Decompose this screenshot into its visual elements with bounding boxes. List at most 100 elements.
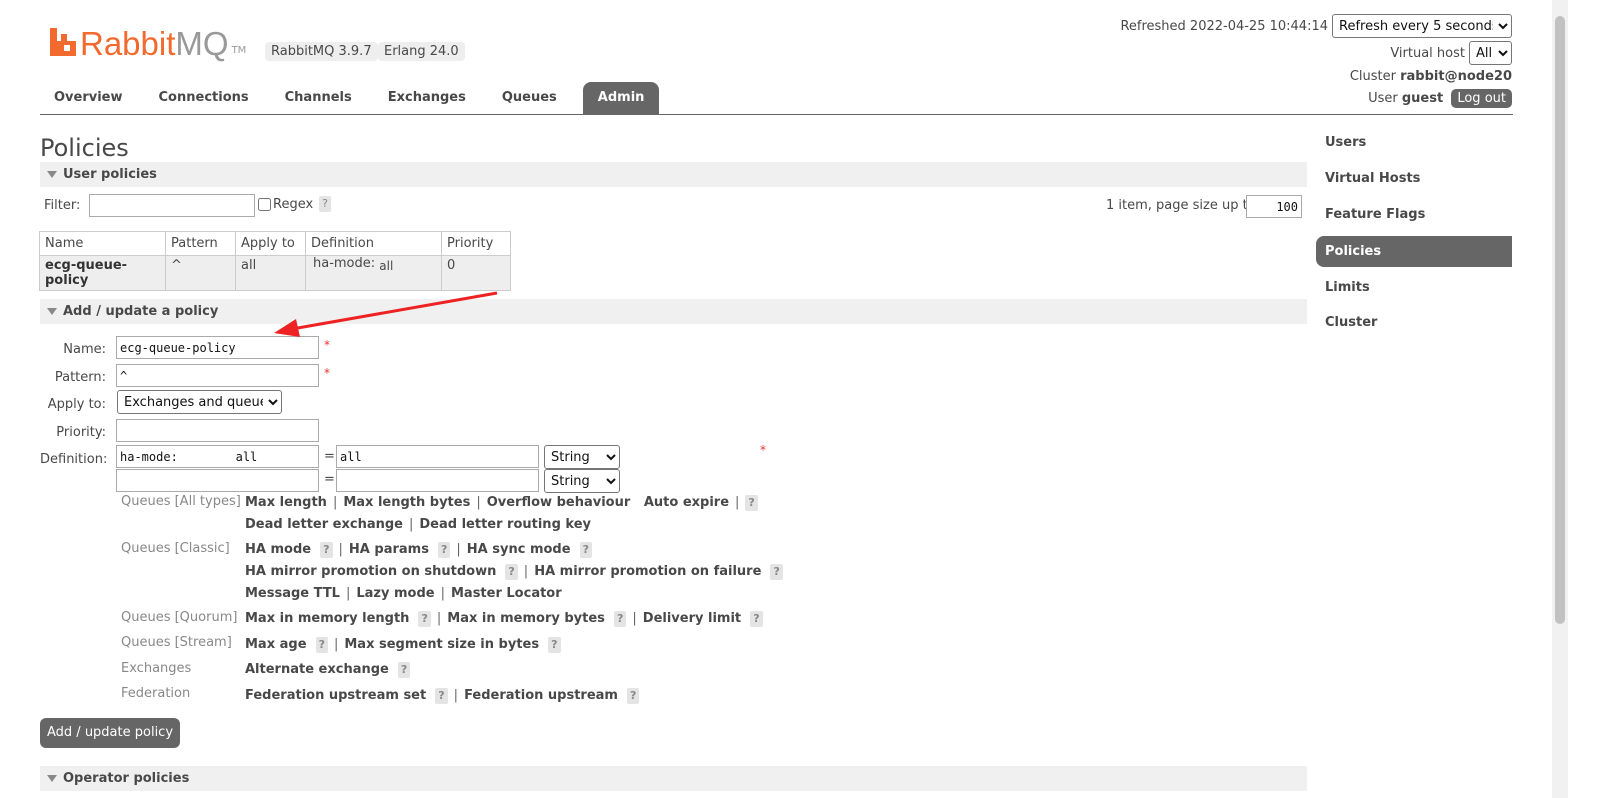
scrollbar-thumb[interactable] xyxy=(1555,16,1565,624)
help-icon[interactable]: ? xyxy=(397,662,411,678)
regex-checkbox[interactable] xyxy=(258,197,271,211)
apply-to-label: Apply to: xyxy=(47,397,106,412)
help-icon[interactable]: ? xyxy=(505,564,518,580)
sidebar-item-users[interactable]: Users xyxy=(1316,127,1512,158)
link-lazy-mode[interactable]: Lazy mode xyxy=(356,586,434,601)
link-ha-sync-mode[interactable]: HA sync mode xyxy=(467,542,571,557)
policy-priority-cell: 0 xyxy=(441,255,511,291)
page-scrollbar[interactable] xyxy=(1552,0,1568,798)
help-icon[interactable]: ? xyxy=(418,611,431,627)
collapse-triangle-icon xyxy=(47,171,57,178)
link-federation-upstream[interactable]: Federation upstream xyxy=(464,688,618,703)
help-icon[interactable]: ? xyxy=(770,564,783,580)
sidebar-item-cluster[interactable]: Cluster xyxy=(1316,307,1512,338)
definition-value-input-2[interactable] xyxy=(336,469,539,492)
vhost-area: Virtual host All xyxy=(1390,41,1512,65)
help-icon[interactable]: ? xyxy=(750,611,763,627)
page-size-input[interactable] xyxy=(1246,195,1302,218)
link-auto-expire[interactable]: Auto expire xyxy=(644,495,729,510)
link-ha-mode[interactable]: HA mode xyxy=(245,542,311,557)
link-federation-upstream-set[interactable]: Federation upstream set xyxy=(245,688,426,703)
link-ha-mirror-promotion-failure[interactable]: HA mirror promotion on failure xyxy=(534,564,761,579)
tab-admin[interactable]: Admin xyxy=(582,82,660,114)
link-message-ttl[interactable]: Message TTL xyxy=(245,586,340,601)
tab-overview[interactable]: Overview xyxy=(40,82,137,114)
link-max-segment-size[interactable]: Max segment size in bytes xyxy=(344,637,539,652)
page-title: Policies xyxy=(40,134,129,162)
add-update-policy-button[interactable]: Add / update policy xyxy=(40,718,181,748)
rabbitmq-logo[interactable]: RabbitMQ TM xyxy=(50,22,246,60)
link-max-length-bytes[interactable]: Max length bytes xyxy=(343,495,470,510)
add-policy-header[interactable]: Add / update a policy xyxy=(40,299,1307,324)
vhost-select[interactable]: All xyxy=(1469,41,1512,65)
link-max-age[interactable]: Max age xyxy=(245,637,307,652)
policy-definition-cell: ha-mode: all xyxy=(305,255,442,291)
cluster-value: rabbit@node20 xyxy=(1400,69,1512,84)
category-label: Queues [Classic] xyxy=(121,541,230,556)
logout-button[interactable]: Log out xyxy=(1451,89,1512,108)
rabbit-logo-icon xyxy=(50,28,76,56)
link-delivery-limit[interactable]: Delivery limit xyxy=(643,611,741,626)
sidebar-item-feature-flags[interactable]: Feature Flags xyxy=(1316,199,1512,230)
logo-text: RabbitMQ xyxy=(80,25,229,62)
regex-help-icon[interactable]: ? xyxy=(319,196,332,212)
user-policies-header[interactable]: User policies xyxy=(40,162,1307,187)
tab-exchanges[interactable]: Exchanges xyxy=(374,82,480,114)
link-max-length[interactable]: Max length xyxy=(245,495,327,510)
refreshed-text: Refreshed 2022-04-25 10:44:14 xyxy=(1120,18,1328,34)
help-icon[interactable]: ? xyxy=(548,637,561,653)
sidebar-item-policies[interactable]: Policies xyxy=(1316,236,1512,267)
links-line: Message TTL | Lazy mode | Master Locator xyxy=(245,586,562,601)
table-row[interactable]: ecg-queue-policy ^ all ha-mode: all 0 xyxy=(39,255,511,291)
table-header-row: Name Pattern Apply to Definition Priorit… xyxy=(39,231,511,256)
sidebar-item-virtual-hosts[interactable]: Virtual Hosts xyxy=(1316,163,1512,194)
policy-pattern-input[interactable] xyxy=(116,364,319,387)
version-badge: RabbitMQ 3.9.7 xyxy=(265,42,378,61)
link-dead-letter-routing-key[interactable]: Dead letter routing key xyxy=(419,517,591,532)
help-icon[interactable]: ? xyxy=(627,688,640,704)
link-ha-params[interactable]: HA params xyxy=(349,542,429,557)
link-max-in-memory-bytes[interactable]: Max in memory bytes xyxy=(447,611,605,626)
tab-connections[interactable]: Connections xyxy=(145,82,263,114)
link-master-locator[interactable]: Master Locator xyxy=(451,586,562,601)
required-marker: * xyxy=(324,338,330,352)
tab-channels[interactable]: Channels xyxy=(271,82,366,114)
link-alternate-exchange[interactable]: Alternate exchange xyxy=(245,662,389,677)
policy-pattern-cell: ^ xyxy=(165,255,236,291)
operator-policies-header[interactable]: Operator policies xyxy=(40,766,1307,791)
filter-input[interactable] xyxy=(89,194,255,217)
link-ha-mirror-promotion-shutdown[interactable]: HA mirror promotion on shutdown xyxy=(245,564,496,579)
help-icon[interactable]: ? xyxy=(579,542,592,558)
definition-type-select[interactable]: String xyxy=(544,445,620,469)
column-header: Definition xyxy=(305,231,442,256)
policy-priority-input[interactable] xyxy=(116,419,319,442)
policy-apply-cell: all xyxy=(235,255,306,291)
policy-name-input[interactable] xyxy=(116,336,319,359)
regex-option: Regex ? xyxy=(258,196,332,212)
help-icon[interactable]: ? xyxy=(745,495,758,511)
definition-value-input[interactable] xyxy=(336,445,539,468)
tab-queues[interactable]: Queues xyxy=(488,82,571,114)
section-title: User policies xyxy=(63,167,157,182)
definition-key-input-2[interactable] xyxy=(116,469,319,492)
link-overflow-behaviour[interactable]: Overflow behaviour xyxy=(487,495,631,510)
help-icon[interactable]: ? xyxy=(315,637,328,653)
vhost-label: Virtual host xyxy=(1390,45,1465,61)
help-icon[interactable]: ? xyxy=(438,542,451,558)
priority-label: Priority: xyxy=(56,425,106,440)
definition-type-select-2[interactable]: String xyxy=(544,469,620,493)
apply-to-select[interactable]: Exchanges and queues xyxy=(117,390,282,414)
link-dead-letter-exchange[interactable]: Dead letter exchange xyxy=(245,517,403,532)
help-icon[interactable]: ? xyxy=(614,611,627,627)
sidebar-item-limits[interactable]: Limits xyxy=(1316,272,1512,303)
help-icon[interactable]: ? xyxy=(320,542,333,558)
link-max-in-memory-length[interactable]: Max in memory length xyxy=(245,611,409,626)
help-icon[interactable]: ? xyxy=(435,688,448,704)
links-line: Federation upstream set ? | Federation ups… xyxy=(245,688,640,704)
links-line: HA mirror promotion on shutdown ? | HA mir… xyxy=(245,564,783,580)
cluster-info: Cluster rabbit@node20 xyxy=(1350,69,1512,84)
definition-key-input[interactable] xyxy=(116,445,319,468)
policy-name-cell[interactable]: ecg-queue-policy xyxy=(39,255,166,291)
tab-divider xyxy=(40,114,1513,115)
refresh-select[interactable]: Refresh every 5 seconds xyxy=(1332,14,1512,38)
